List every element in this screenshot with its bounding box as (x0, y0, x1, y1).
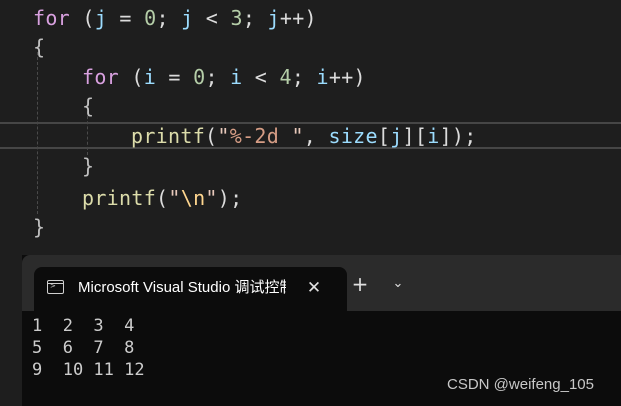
new-tab-button[interactable]: + (348, 272, 372, 296)
terminal-tab[interactable]: Microsoft Visual Studio 调试控制台 ✕ (34, 267, 347, 311)
output-line: 5 6 7 8 (32, 338, 135, 358)
code-line-close-brace[interactable]: } (82, 151, 94, 181)
code-line-open-brace[interactable]: { (33, 32, 45, 62)
tab-title: Microsoft Visual Studio 调试控制台 (78, 279, 286, 296)
function-printf: printf (131, 124, 206, 148)
console-output: 1 2 3 4 5 6 7 8 9 10 11 12 (32, 315, 145, 381)
watermark: CSDN @weifeng_105 (447, 376, 594, 393)
function-printf: printf (82, 186, 157, 210)
output-line: 1 2 3 4 (32, 316, 135, 336)
code-line-printf-value[interactable]: printf("%-2d ", size[j][i]); (131, 121, 477, 151)
format-specifier: %-2d (229, 124, 280, 148)
keyword-for: for (33, 6, 71, 30)
close-icon[interactable]: ✕ (302, 276, 326, 300)
output-line: 9 10 11 12 (32, 360, 145, 380)
chevron-down-icon[interactable]: ⌄ (386, 272, 410, 296)
code-line-outer-for[interactable]: for (j = 0; j < 3; j++) (33, 3, 317, 33)
keyword-for: for (82, 65, 120, 89)
escape-sequence: \n (180, 186, 206, 210)
code-line-inner-for[interactable]: for (i = 0; i < 4; i++) (82, 62, 366, 92)
code-line-open-brace[interactable]: { (82, 91, 94, 121)
code-line-close-brace[interactable]: } (33, 212, 45, 242)
code-line-printf-newline[interactable]: printf("\n"); (82, 183, 242, 213)
terminal-icon (47, 280, 64, 294)
terminal-tab-strip: Microsoft Visual Studio 调试控制台 ✕ + ⌄ (22, 255, 621, 311)
